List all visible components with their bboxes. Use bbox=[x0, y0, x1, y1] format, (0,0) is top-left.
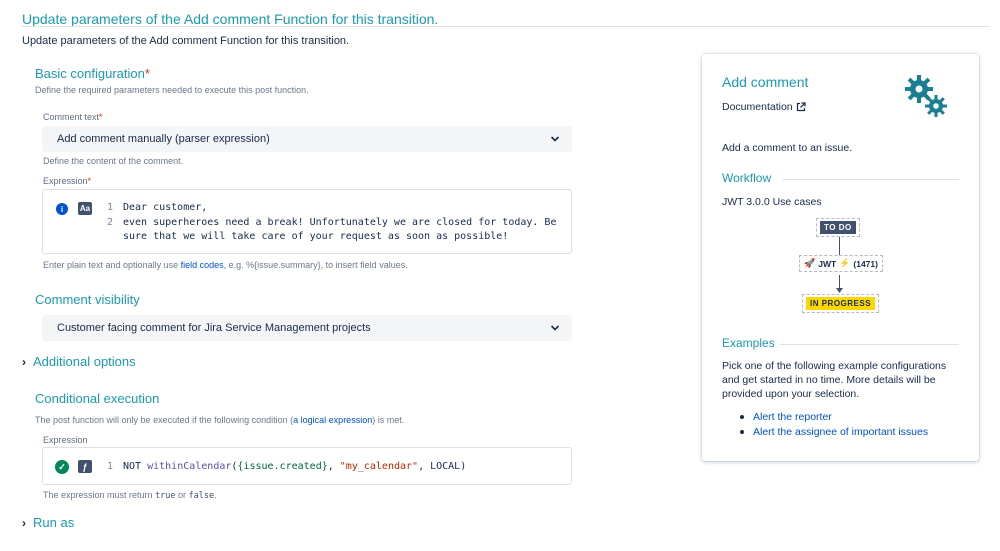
chevron-down-icon bbox=[550, 136, 560, 142]
page-description: Update parameters of the Add comment Fun… bbox=[22, 35, 350, 47]
comment-text-label-text: Comment text bbox=[43, 112, 100, 122]
comment-text-help: Define the content of the comment. bbox=[43, 156, 184, 166]
examples-divider bbox=[780, 344, 959, 345]
comment-text-select-value: Add comment manually (parser expression) bbox=[57, 133, 270, 145]
info-icon[interactable]: i bbox=[56, 203, 68, 215]
examples-description: Pick one of the following example config… bbox=[722, 360, 947, 400]
title-divider bbox=[22, 26, 990, 27]
comment-visibility-value: Customer facing comment for Jira Service… bbox=[57, 322, 371, 334]
transition-label: JWT bbox=[818, 258, 837, 269]
additional-options-title: Additional options bbox=[33, 354, 136, 369]
expression-editor[interactable]: i Aa 1 Dear customer, 2 even superheroes… bbox=[42, 189, 572, 254]
gears-icon bbox=[905, 75, 947, 117]
workflow-title: Workflow bbox=[722, 171, 772, 185]
bullet bbox=[740, 430, 744, 434]
rocket-icon: 🚀 bbox=[804, 258, 816, 268]
conditional-footer-pre: The expression must return bbox=[43, 490, 156, 500]
arrow-down-icon bbox=[836, 288, 843, 293]
conditional-code: NOT withinCalendar({issue.created}, "my_… bbox=[123, 461, 466, 472]
conditional-help: The post function will only be executed … bbox=[35, 415, 404, 425]
code-text-2-wrap: sure that we will take care of your requ… bbox=[123, 231, 509, 242]
text-mode-icon[interactable]: Aa bbox=[78, 202, 92, 215]
sidebar-title: Add comment bbox=[722, 74, 809, 90]
valid-check-icon: ✓ bbox=[55, 460, 69, 474]
comment-text-label: Comment text* bbox=[43, 112, 103, 122]
expression-mode-icon[interactable]: ƒ bbox=[78, 460, 92, 473]
chevron-down-icon bbox=[550, 325, 560, 331]
conditional-expression-label: Expression bbox=[43, 435, 88, 445]
expression-label: Expression* bbox=[43, 176, 91, 186]
code-string: "my_calendar" bbox=[339, 461, 419, 472]
example-item[interactable]: Alert the reporter bbox=[740, 411, 832, 423]
expression-help-pre: Enter plain text and optionally use bbox=[43, 260, 181, 270]
examples-title: Examples bbox=[722, 336, 775, 350]
page-title: Update parameters of the Add comment Fun… bbox=[22, 11, 439, 27]
example-link[interactable]: Alert the assignee of important issues bbox=[753, 426, 928, 438]
transition-box: 🚀 JWT ⚡ (1471) bbox=[799, 255, 883, 272]
code-text-1: Dear customer, bbox=[123, 202, 208, 213]
status-todo-box: TO DO bbox=[816, 218, 860, 237]
basic-config-heading: Basic configuration* bbox=[35, 66, 150, 81]
external-link-icon bbox=[796, 102, 806, 112]
documentation-label: Documentation bbox=[722, 101, 793, 113]
comment-visibility-title: Comment visibility bbox=[35, 292, 140, 307]
flow-line bbox=[839, 237, 840, 255]
conditional-footer-or: or bbox=[175, 490, 189, 500]
conditional-footer: The expression must return true or false… bbox=[43, 490, 217, 501]
example-item[interactable]: Alert the assignee of important issues bbox=[740, 426, 928, 438]
basic-config-title: Basic configuration bbox=[35, 66, 145, 81]
conditional-footer-end: . bbox=[214, 490, 217, 500]
expression-help-post: , e.g. %{issue.summary}, to insert field… bbox=[223, 260, 408, 270]
status-in-progress: IN PROGRESS bbox=[806, 297, 876, 310]
run-as-toggle[interactable]: › Run as bbox=[22, 515, 74, 530]
code-false: false bbox=[188, 491, 215, 501]
code-line-1: 1 bbox=[101, 461, 113, 472]
run-as-title: Run as bbox=[33, 515, 75, 530]
code-comma: , bbox=[327, 461, 340, 472]
conditional-help-pre: The post function will only be executed … bbox=[35, 415, 294, 425]
code-rest: , LOCAL) bbox=[418, 461, 467, 472]
comment-visibility-select[interactable]: Customer facing comment for Jira Service… bbox=[42, 315, 572, 341]
line-number: 1 bbox=[106, 202, 113, 213]
additional-options-toggle[interactable]: › Additional options bbox=[22, 354, 136, 369]
workflow-divider bbox=[782, 179, 959, 180]
status-inprogress-box: IN PROGRESS bbox=[802, 294, 880, 313]
bullet bbox=[740, 415, 744, 419]
chevron-right-icon: › bbox=[22, 354, 26, 369]
comment-text-select[interactable]: Add comment manually (parser expression) bbox=[42, 126, 572, 152]
expression-help: Enter plain text and optionally use fiel… bbox=[43, 260, 408, 270]
code-line-1: 1 bbox=[101, 202, 113, 213]
conditional-help-post: ) is met. bbox=[372, 415, 405, 425]
documentation-link[interactable]: Documentation bbox=[722, 101, 806, 113]
line-number: 2 bbox=[106, 217, 113, 228]
code-function: withinCalendar bbox=[147, 461, 232, 472]
line-number: 1 bbox=[106, 461, 113, 472]
info-sidebar: Add comment Documentation Add a comment … bbox=[702, 54, 979, 461]
sidebar-description: Add a comment to an issue. bbox=[722, 142, 853, 154]
basic-config-help: Define the required parameters needed to… bbox=[35, 85, 309, 95]
bolt-icon: ⚡ bbox=[839, 258, 851, 268]
example-link[interactable]: Alert the reporter bbox=[753, 411, 832, 423]
code-field: {issue.created} bbox=[237, 461, 328, 472]
code-true: true bbox=[155, 491, 176, 501]
field-codes-link[interactable]: field codes bbox=[181, 260, 224, 270]
code-text-2: even superheroes need a break! Unfortuna… bbox=[123, 217, 557, 228]
transition-count: (1471) bbox=[853, 258, 878, 269]
expression-label-text: Expression bbox=[43, 176, 88, 186]
chevron-right-icon: › bbox=[22, 515, 26, 530]
required-mark: * bbox=[99, 112, 103, 122]
required-mark: * bbox=[144, 66, 150, 81]
conditional-execution-title: Conditional execution bbox=[35, 391, 160, 406]
required-mark: * bbox=[87, 176, 92, 186]
workflow-caption: JWT 3.0.0 Use cases bbox=[722, 196, 822, 208]
code-keyword: NOT bbox=[123, 461, 142, 472]
logical-expression-link[interactable]: a logical expression bbox=[293, 415, 372, 425]
conditional-expression-editor[interactable]: ✓ ƒ 1 NOT withinCalendar({issue.created}… bbox=[42, 447, 572, 485]
code-line-2: 2 bbox=[101, 217, 113, 228]
status-todo: TO DO bbox=[820, 221, 856, 234]
